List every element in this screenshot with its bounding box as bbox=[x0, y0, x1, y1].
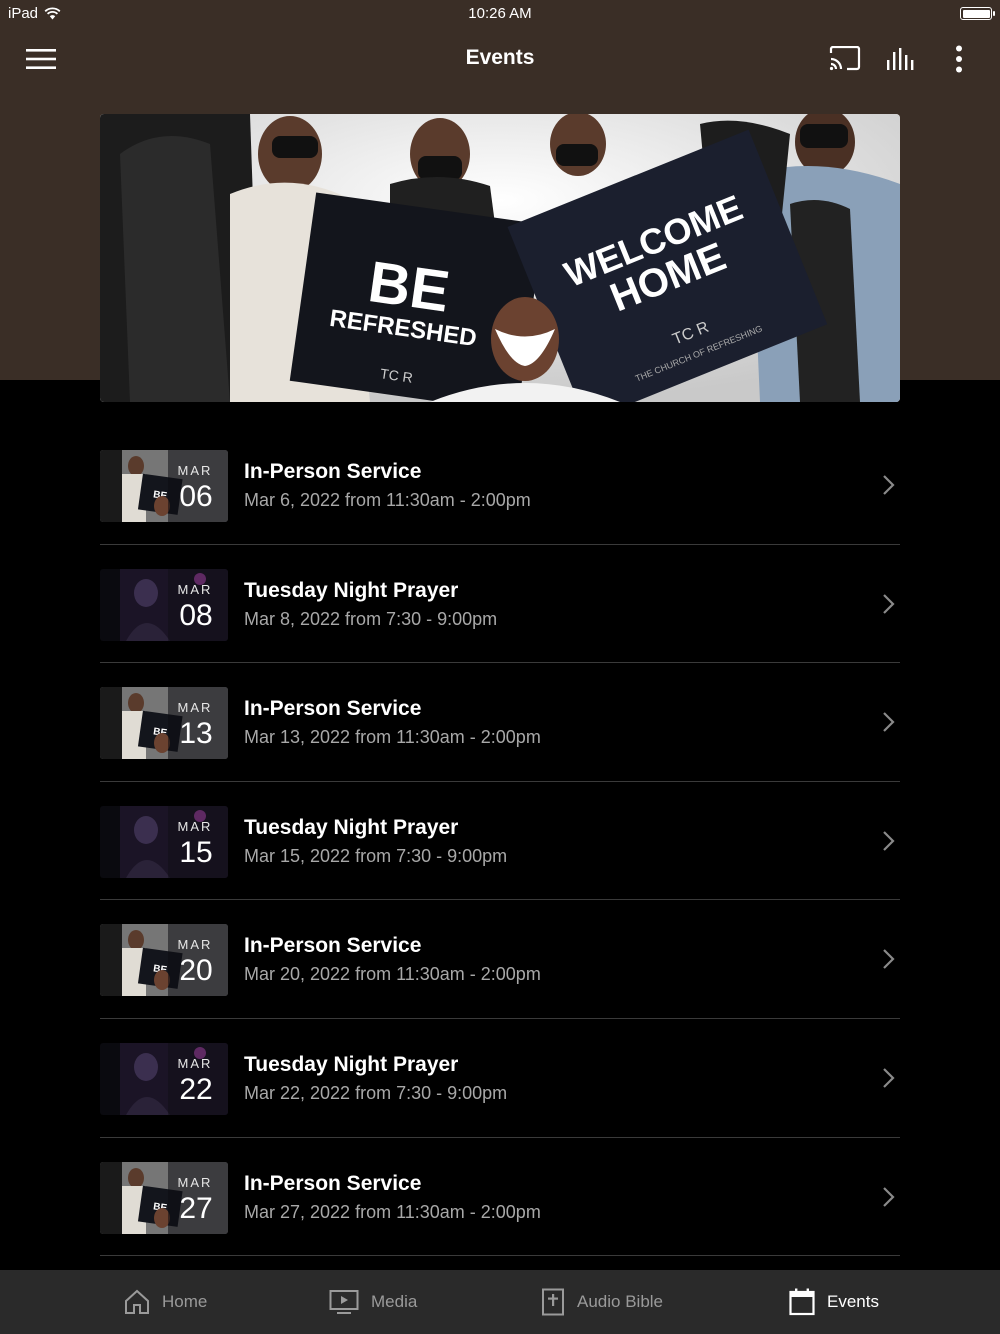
event-row[interactable]: BE MAR 13 In-Person Service Mar 13, 2022… bbox=[100, 663, 900, 782]
event-subtitle: Mar 27, 2022 from 11:30am - 2:00pm bbox=[244, 1201, 541, 1222]
event-subtitle: Mar 20, 2022 from 11:30am - 2:00pm bbox=[244, 964, 541, 985]
hero-banner: BE REFRESHED TC R WELCOME HOME TC R THE … bbox=[100, 114, 900, 402]
event-day: 13 bbox=[179, 717, 213, 751]
event-title: Tuesday Night Prayer bbox=[244, 578, 459, 602]
event-row[interactable]: BE MAR 20 In-Person Service Mar 20, 2022… bbox=[100, 900, 900, 1019]
calendar-icon bbox=[789, 1288, 815, 1316]
tab-bar: Home Media Audio Bible Events bbox=[0, 1270, 1000, 1334]
event-day: 20 bbox=[179, 954, 213, 988]
event-month: MAR bbox=[177, 937, 213, 953]
status-time: 10:26 AM bbox=[468, 5, 532, 22]
event-row[interactable]: MAR 08 Tuesday Night Prayer Mar 8, 2022 … bbox=[100, 545, 900, 664]
battery-icon bbox=[960, 7, 995, 20]
tab-events-label: Events bbox=[827, 1292, 879, 1311]
event-thumbnail: MAR 08 bbox=[100, 568, 228, 641]
tab-media[interactable]: Media bbox=[329, 1270, 417, 1334]
chevron-right-icon bbox=[883, 1068, 895, 1088]
event-day: 08 bbox=[179, 598, 213, 632]
event-subtitle: Mar 15, 2022 from 7:30 - 9:00pm bbox=[244, 845, 508, 866]
tv-icon bbox=[329, 1290, 359, 1314]
more-vertical-icon bbox=[956, 45, 962, 73]
cast-icon bbox=[829, 46, 861, 71]
chevron-right-icon bbox=[883, 475, 895, 495]
event-month: MAR bbox=[177, 1174, 213, 1190]
event-title: Tuesday Night Prayer bbox=[244, 815, 459, 839]
event-subtitle: Mar 8, 2022 from 7:30 - 9:00pm bbox=[244, 608, 498, 629]
status-bar: iPad 10:26 AM bbox=[0, 0, 1000, 28]
chevron-right-icon bbox=[883, 1186, 895, 1207]
nav-bar: Events bbox=[0, 28, 1000, 90]
more-options-button[interactable] bbox=[940, 42, 978, 76]
cast-button[interactable] bbox=[826, 42, 864, 76]
tab-audio-bible-label: Audio Bible bbox=[577, 1292, 664, 1311]
event-title: In-Person Service bbox=[244, 697, 422, 721]
event-list: BE MAR 06 In-Person Service Mar 6, 2022 … bbox=[100, 426, 900, 1257]
tab-media-label: Media bbox=[371, 1292, 418, 1311]
home-icon bbox=[125, 1289, 149, 1314]
bible-icon bbox=[542, 1288, 564, 1316]
event-thumbnail: BE MAR 13 bbox=[100, 687, 228, 760]
event-day: 27 bbox=[179, 1191, 213, 1225]
event-month: MAR bbox=[177, 581, 213, 597]
event-subtitle: Mar 6, 2022 from 11:30am - 2:00pm bbox=[244, 490, 531, 510]
event-thumbnail: BE MAR 27 bbox=[100, 1161, 228, 1234]
equalizer-icon bbox=[887, 48, 914, 70]
event-subtitle: Mar 13, 2022 from 11:30am - 2:00pm bbox=[244, 727, 541, 748]
chevron-right-icon bbox=[883, 593, 895, 614]
event-thumbnail: BE MAR 06 bbox=[100, 450, 228, 522]
event-row[interactable]: BE MAR 06 In-Person Service Mar 6, 2022 … bbox=[100, 426, 900, 545]
event-title: In-Person Service bbox=[244, 460, 422, 483]
chevron-right-icon bbox=[883, 712, 895, 732]
event-month: MAR bbox=[177, 700, 213, 716]
chevron-right-icon bbox=[883, 949, 895, 970]
event-month: MAR bbox=[177, 463, 213, 478]
audio-levels-button[interactable] bbox=[882, 42, 920, 76]
event-subtitle: Mar 22, 2022 from 7:30 - 9:00pm bbox=[244, 1082, 508, 1103]
event-title: In-Person Service bbox=[244, 1171, 422, 1195]
event-month: MAR bbox=[177, 818, 213, 834]
event-day: 22 bbox=[179, 1072, 213, 1106]
event-month: MAR bbox=[177, 1055, 213, 1071]
event-day: 06 bbox=[179, 480, 213, 513]
hero-image: BE REFRESHED TC R WELCOME HOME TC R THE … bbox=[100, 114, 900, 402]
event-row[interactable]: MAR 15 Tuesday Night Prayer Mar 15, 2022… bbox=[100, 782, 900, 901]
tab-audio-bible[interactable]: Audio Bible bbox=[541, 1270, 663, 1334]
chevron-right-icon bbox=[883, 831, 895, 851]
event-row[interactable]: MAR 22 Tuesday Night Prayer Mar 22, 2022… bbox=[100, 1019, 900, 1138]
tab-home[interactable]: Home bbox=[124, 1270, 207, 1334]
event-thumbnail: MAR 22 bbox=[100, 1042, 228, 1115]
event-thumbnail: BE MAR 20 bbox=[100, 924, 228, 997]
event-row[interactable]: BE MAR 27 In-Person Service Mar 27, 2022… bbox=[100, 1138, 900, 1257]
event-title: In-Person Service bbox=[244, 934, 422, 958]
event-day: 15 bbox=[179, 835, 213, 869]
event-title: Tuesday Night Prayer bbox=[244, 1052, 459, 1076]
tab-home-label: Home bbox=[162, 1292, 208, 1311]
event-thumbnail: MAR 15 bbox=[100, 805, 228, 878]
tab-events[interactable]: Events bbox=[789, 1270, 879, 1334]
